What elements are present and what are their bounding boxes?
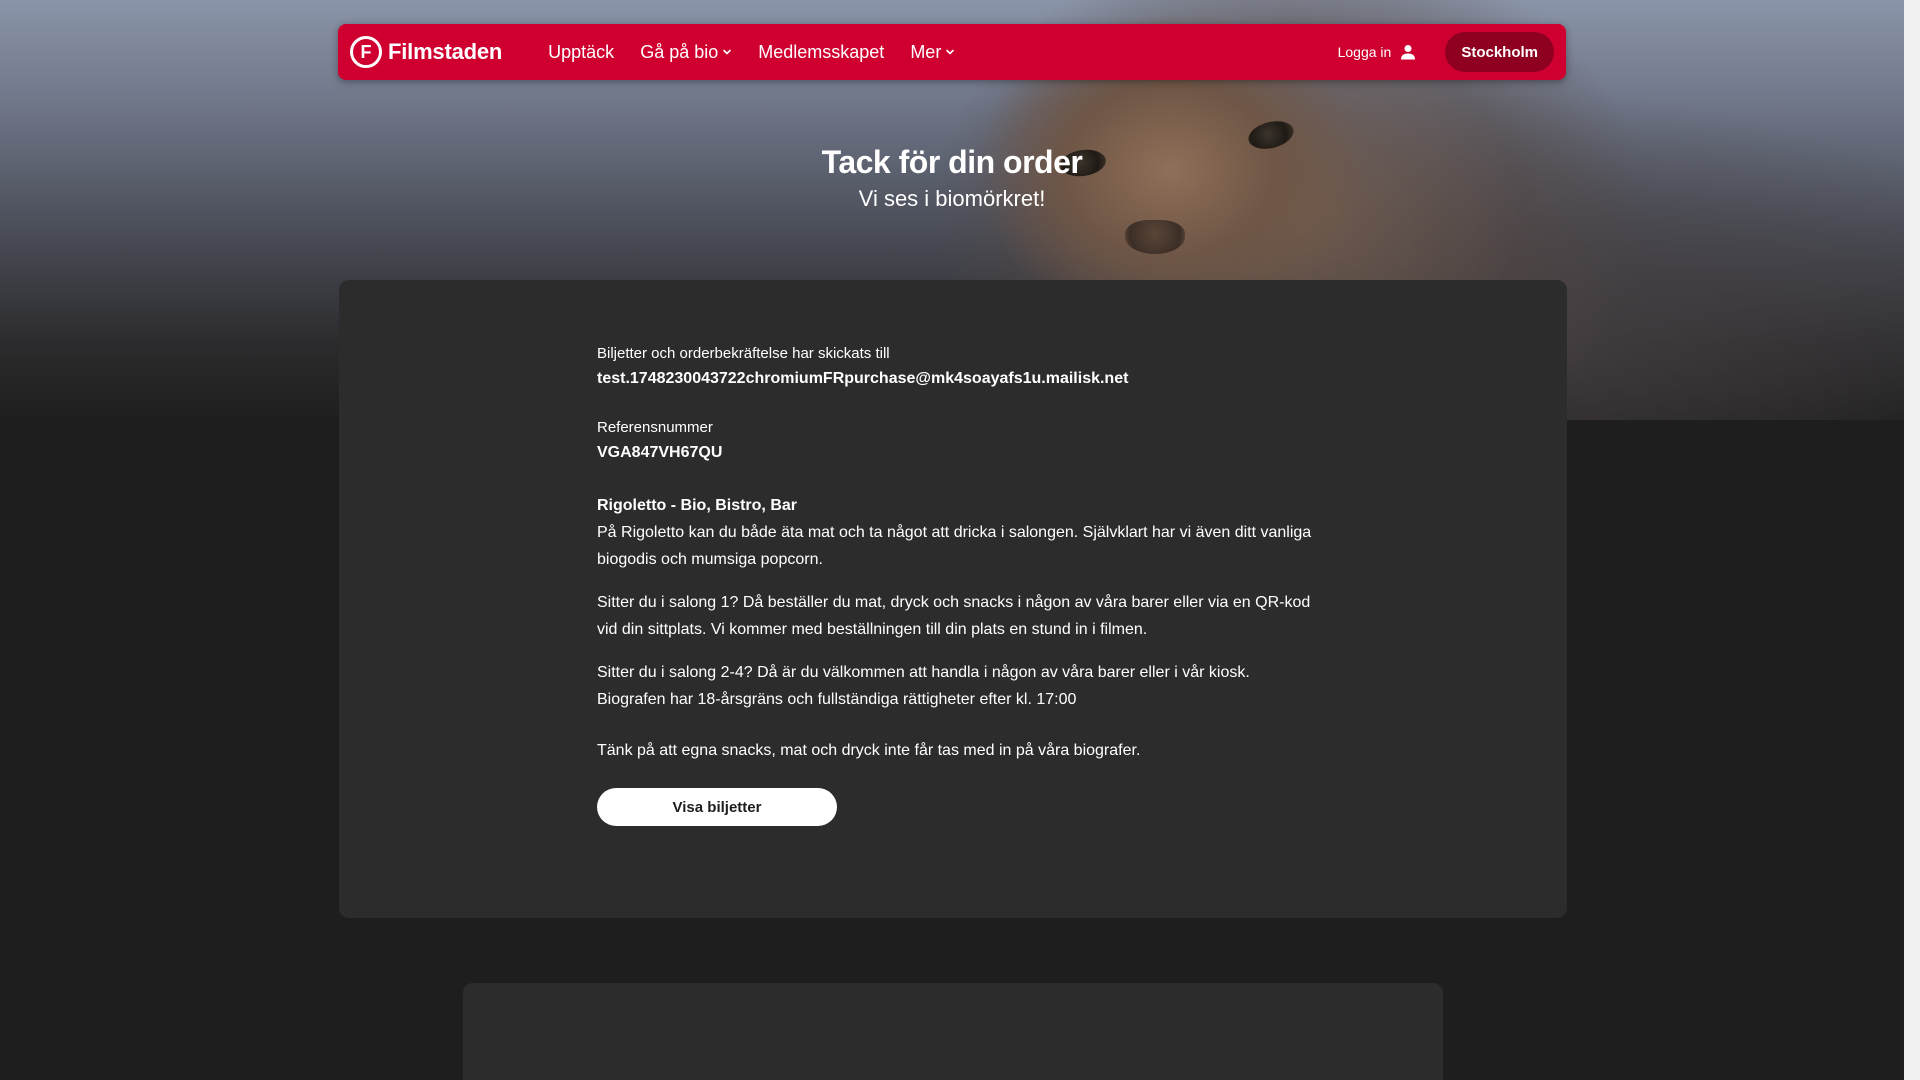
top-navbar: F Filmstaden Upptäck Gå på bio Medlemssk… (338, 24, 1566, 80)
nav-link-label: Gå på bio (640, 41, 719, 62)
chevron-down-icon (723, 49, 732, 55)
nav-link-label: Upptäck (548, 41, 615, 62)
nav-links: Upptäck Gå på bio Medlemsskapet Mer (548, 24, 981, 80)
venue-paragraph: Biografen har 18-årsgräns och fullständi… (597, 691, 1077, 708)
sent-to-label: Biljetter och orderbekräftelse har skick… (597, 345, 890, 362)
user-icon (1401, 45, 1416, 60)
nav-link-upptack[interactable]: Upptäck (548, 42, 614, 63)
order-details: Biljetter och orderbekräftelse har skick… (597, 344, 1317, 826)
city-selector-button[interactable]: Stockholm (1445, 32, 1554, 72)
venue-paragraph: Sitter du i salong 1? Då beställer du ma… (597, 594, 1311, 638)
order-email: test.1748230043722chromiumFRpurchase@mk4… (597, 370, 1129, 387)
venue-paragraph: Tänk på att egna snacks, mat och dryck i… (597, 742, 1141, 759)
reference-label: Referensnummer (597, 419, 713, 436)
reference-number: VGA847VH67QU (597, 444, 723, 461)
reference-block: Referensnummer VGA847VH67QU (597, 418, 1317, 465)
brand-name: Filmstaden (388, 39, 503, 64)
brand-logo[interactable]: F Filmstaden (350, 24, 502, 80)
order-confirmation-card: Biljetter och orderbekräftelse har skick… (339, 280, 1567, 918)
page-subtitle: Vi ses i biomörkret! (858, 186, 1046, 211)
venue-info: Rigoletto - Bio, Bistro, Bar På Rigolett… (597, 492, 1317, 764)
venue-paragraph: På Rigoletto kan du både äta mat och ta … (597, 524, 1312, 568)
chevron-down-icon (946, 49, 955, 55)
nav-link-label: Mer (910, 41, 942, 62)
page-title: Tack för din order (821, 144, 1083, 180)
filmstaden-logo-icon: F (350, 36, 382, 68)
venue-paragraph: Sitter du i salong 2-4? Då är du välkomm… (597, 664, 1250, 681)
secondary-card (463, 983, 1443, 1080)
lion-nose (1125, 220, 1185, 254)
nav-right: Logga in Stockholm (1338, 24, 1566, 80)
venue-title: Rigoletto - Bio, Bistro, Bar (597, 497, 797, 514)
login-button[interactable]: Logga in (1338, 43, 1418, 61)
nav-link-ga-pa-bio[interactable]: Gå på bio (640, 42, 732, 63)
nav-link-medlemsskapet[interactable]: Medlemsskapet (758, 42, 884, 63)
nav-link-mer[interactable]: Mer (910, 42, 955, 63)
nav-link-label: Medlemsskapet (758, 41, 885, 62)
email-block: Biljetter och orderbekräftelse har skick… (597, 344, 1317, 391)
show-tickets-button[interactable]: Visa biljetter (597, 788, 837, 826)
scrollbar[interactable] (1904, 0, 1920, 1080)
page: F Filmstaden Upptäck Gå på bio Medlemssk… (0, 0, 1920, 1080)
login-label: Logga in (1337, 44, 1392, 60)
